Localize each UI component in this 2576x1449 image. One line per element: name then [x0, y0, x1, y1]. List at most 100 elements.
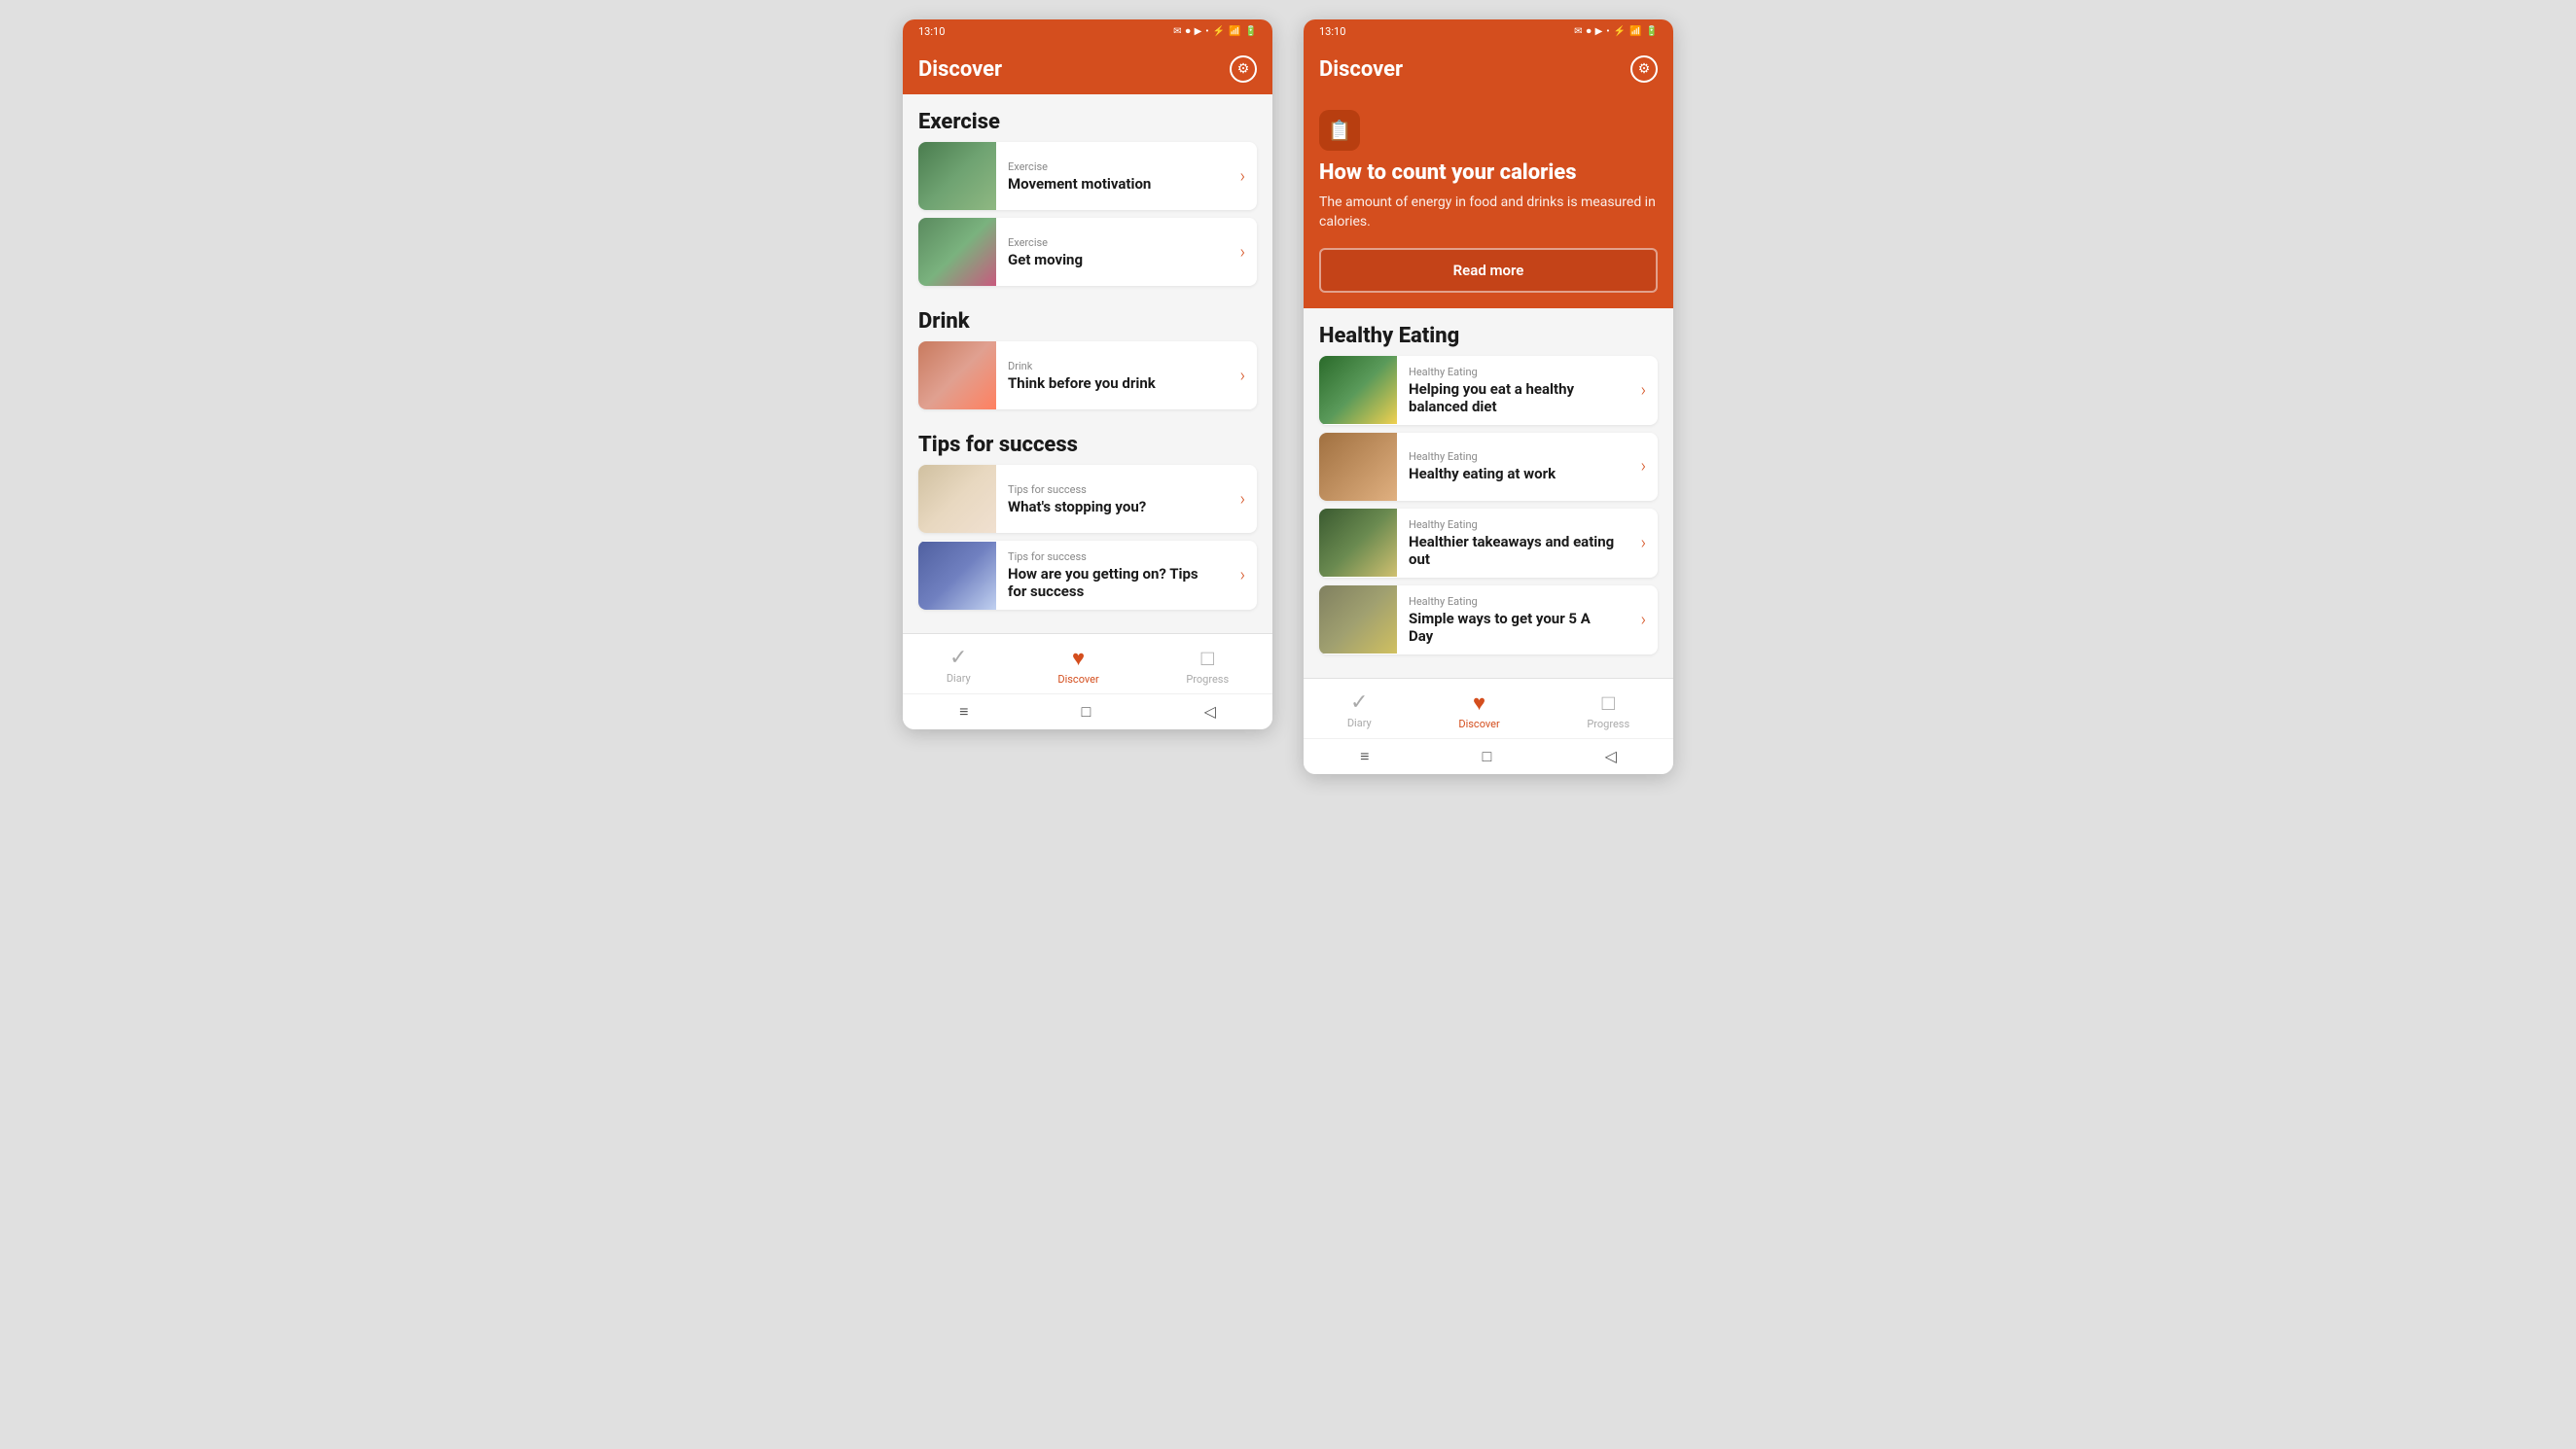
category-movement-motivation: Exercise [1008, 160, 1217, 173]
app-header-left: Discover ⚙ [903, 44, 1272, 94]
title-5-a-day: Simple ways to get your 5 A Day [1409, 610, 1618, 645]
android-home-right[interactable]: □ [1483, 747, 1492, 766]
image-balanced-diet [1319, 356, 1397, 424]
section-healthy-eating: Healthy Eating Healthy Eating Helping yo… [1304, 308, 1673, 654]
content-area-right: 📋 How to count your calories The amount … [1304, 94, 1673, 678]
chevron-movement-motivation: › [1229, 166, 1257, 187]
nav-diary-left[interactable]: ✓ Diary [927, 642, 990, 689]
category-tips-success: Tips for success [1008, 550, 1217, 563]
image-think-before-drink [918, 341, 996, 409]
chevron-think-before-drink: › [1229, 366, 1257, 386]
android-back-left[interactable]: ◁ [1204, 702, 1216, 722]
list-item-think-before-drink[interactable]: Drink Think before you drink › [918, 341, 1257, 409]
content-area-left: Exercise Exercise Movement motivation › … [903, 94, 1272, 633]
chevron-tips-success: › [1229, 565, 1257, 585]
section-heading-healthy-eating: Healthy Eating [1304, 308, 1673, 356]
chevron-takeaways: › [1629, 533, 1658, 553]
left-phone: 13:10 ✉ ⏺ ▶ • ⚡ 📶 🔋 Discover ⚙ Exercise [903, 19, 1272, 729]
app-title-left: Discover [918, 57, 1002, 82]
hero-icon-wrapper: 📋 [1319, 110, 1360, 151]
text-5-a-day: Healthy Eating Simple ways to get your 5… [1397, 585, 1629, 654]
title-balanced-diet: Helping you eat a healthy balanced diet [1409, 380, 1618, 415]
diary-label-right: Diary [1347, 717, 1372, 729]
title-movement-motivation: Movement motivation [1008, 175, 1217, 193]
text-takeaways: Healthy Eating Healthier takeaways and e… [1397, 509, 1629, 578]
progress-label-right: Progress [1587, 718, 1629, 730]
nav-progress-right[interactable]: □ Progress [1567, 687, 1649, 734]
category-balanced-diet: Healthy Eating [1409, 366, 1618, 378]
list-item-movement-motivation[interactable]: Exercise Movement motivation › [918, 142, 1257, 210]
status-bar-left: 13:10 ✉ ⏺ ▶ • ⚡ 📶 🔋 [903, 19, 1272, 44]
list-item-takeaways[interactable]: Healthy Eating Healthier takeaways and e… [1319, 509, 1658, 578]
section-drink: Drink Drink Think before you drink › [903, 294, 1272, 409]
settings-button-right[interactable]: ⚙ [1630, 55, 1658, 83]
bottom-nav-left: ✓ Diary ♥ Discover □ Progress [903, 633, 1272, 693]
progress-label-left: Progress [1186, 673, 1229, 686]
status-bar-right: 13:10 ✉ ⏺ ▶ • ⚡ 📶 🔋 [1304, 19, 1673, 44]
diary-icon-left: ✓ [949, 646, 967, 670]
hero-title: How to count your calories [1319, 160, 1658, 186]
text-eating-at-work: Healthy Eating Healthy eating at work [1397, 441, 1629, 492]
settings-button-left[interactable]: ⚙ [1230, 55, 1257, 83]
list-item-5-a-day[interactable]: Healthy Eating Simple ways to get your 5… [1319, 585, 1658, 654]
nav-diary-right[interactable]: ✓ Diary [1328, 687, 1391, 734]
discover-label-left: Discover [1057, 673, 1098, 686]
text-think-before-drink: Drink Think before you drink [996, 350, 1229, 402]
right-phone: 13:10 ✉ ⏺ ▶ • ⚡ 📶 🔋 Discover ⚙ 📋 How to … [1304, 19, 1673, 774]
list-item-stopping-you[interactable]: Tips for success What's stopping you? › [918, 465, 1257, 533]
chevron-eating-at-work: › [1629, 456, 1658, 477]
category-takeaways: Healthy Eating [1409, 518, 1618, 531]
hero-icon: 📋 [1328, 119, 1352, 142]
image-movement-motivation [918, 142, 996, 210]
android-menu-right[interactable]: ≡ [1360, 747, 1369, 766]
app-header-right: Discover ⚙ [1304, 44, 1673, 94]
list-item-get-moving[interactable]: Exercise Get moving › [918, 218, 1257, 286]
image-tips-success [918, 542, 996, 610]
discover-icon-left: ♥ [1072, 646, 1085, 671]
title-think-before-drink: Think before you drink [1008, 374, 1217, 392]
progress-icon-left: □ [1201, 646, 1214, 671]
list-item-eating-at-work[interactable]: Healthy Eating Healthy eating at work › [1319, 433, 1658, 501]
android-menu-left[interactable]: ≡ [959, 702, 968, 722]
title-stopping-you: What's stopping you? [1008, 498, 1217, 515]
title-eating-at-work: Healthy eating at work [1409, 465, 1618, 482]
category-stopping-you: Tips for success [1008, 483, 1217, 496]
nav-progress-left[interactable]: □ Progress [1166, 642, 1248, 689]
image-5-a-day [1319, 585, 1397, 654]
category-get-moving: Exercise [1008, 236, 1217, 249]
text-movement-motivation: Exercise Movement motivation [996, 151, 1229, 202]
chevron-5-a-day: › [1629, 610, 1658, 630]
list-item-balanced-diet[interactable]: Healthy Eating Helping you eat a healthy… [1319, 356, 1658, 425]
title-takeaways: Healthier takeaways and eating out [1409, 533, 1618, 568]
section-heading-drink: Drink [903, 294, 1272, 341]
title-get-moving: Get moving [1008, 251, 1217, 268]
image-get-moving [918, 218, 996, 286]
android-home-left[interactable]: □ [1082, 702, 1091, 722]
text-balanced-diet: Healthy Eating Helping you eat a healthy… [1397, 356, 1629, 425]
category-think-before-drink: Drink [1008, 360, 1217, 372]
hero-card: 📋 How to count your calories The amount … [1304, 94, 1673, 308]
discover-label-right: Discover [1458, 718, 1499, 730]
text-tips-success: Tips for success How are you getting on?… [996, 541, 1229, 610]
image-eating-at-work [1319, 433, 1397, 501]
section-exercise: Exercise Exercise Movement motivation › … [903, 94, 1272, 286]
android-nav-right: ≡ □ ◁ [1304, 738, 1673, 774]
android-back-right[interactable]: ◁ [1605, 747, 1617, 766]
gear-icon-left: ⚙ [1237, 61, 1250, 77]
read-more-button[interactable]: Read more [1319, 248, 1658, 293]
chevron-balanced-diet: › [1629, 380, 1658, 401]
category-eating-at-work: Healthy Eating [1409, 450, 1618, 463]
nav-discover-right[interactable]: ♥ Discover [1439, 687, 1519, 734]
status-icons-right: ✉ ⏺ ▶ • ⚡ 📶 🔋 [1574, 26, 1658, 37]
diary-label-left: Diary [947, 672, 971, 685]
image-takeaways [1319, 509, 1397, 577]
bottom-nav-right: ✓ Diary ♥ Discover □ Progress [1304, 678, 1673, 738]
text-get-moving: Exercise Get moving [996, 227, 1229, 278]
app-title-right: Discover [1319, 57, 1403, 82]
nav-discover-left[interactable]: ♥ Discover [1038, 642, 1118, 689]
discover-icon-right: ♥ [1473, 690, 1485, 716]
gear-icon-right: ⚙ [1638, 61, 1651, 77]
list-item-tips-success[interactable]: Tips for success How are you getting on?… [918, 541, 1257, 610]
diary-icon-right: ✓ [1350, 690, 1368, 715]
section-tips: Tips for success Tips for success What's… [903, 417, 1272, 610]
